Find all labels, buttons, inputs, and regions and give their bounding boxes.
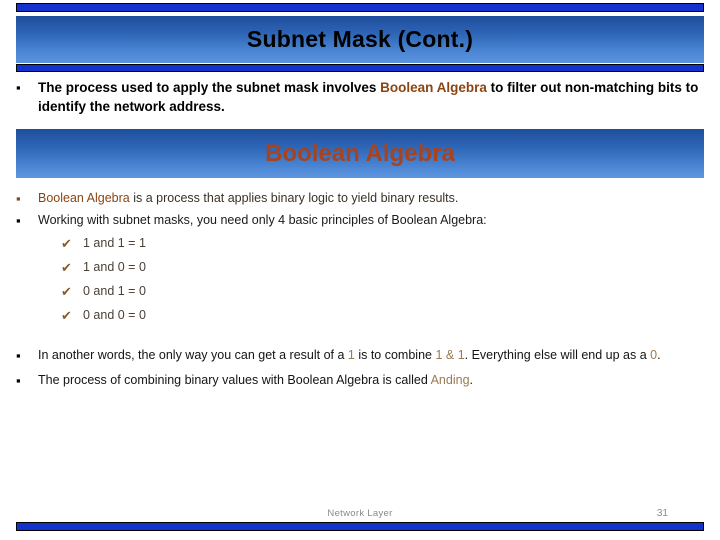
intro-paragraph-block: The process used to apply the subnet mas…: [16, 78, 706, 116]
tail-list-block: In another words, the only way you can g…: [16, 346, 706, 396]
tail-item-2-b: .: [469, 373, 474, 387]
slide-footer: Network Layer 31: [16, 508, 704, 522]
slide-title-band: Subnet Mask (Cont.): [16, 16, 704, 63]
intro-text: The process used to apply the subnet mas…: [38, 78, 706, 116]
list-item: In another words, the only way you can g…: [16, 346, 706, 365]
list-item: 0 and 0 = 0: [61, 307, 706, 324]
tail-item-1-a: In another words, the only way you can g…: [38, 348, 348, 362]
check-icon: [61, 307, 83, 324]
tail-item-1-d: .: [657, 348, 661, 362]
intro-text-part1: The process used to apply the subnet mas…: [38, 80, 381, 95]
body-item-1-text: Boolean Algebra is a process that applie…: [38, 189, 706, 207]
body-item-1-rest: is a process that applies binary logic t…: [129, 191, 459, 205]
top-accent-bar: [16, 3, 704, 12]
list-item: The process of combining binary values w…: [16, 371, 706, 390]
check-item-label: 1 and 0 = 0: [83, 260, 146, 274]
check-item-label: 0 and 0 = 0: [83, 308, 146, 322]
square-bullet-icon: [16, 371, 38, 390]
tail-item-1-c: . Everything else will end up as a: [464, 348, 651, 362]
check-sublist: 1 and 1 = 1 1 and 0 = 0 0 and 1 = 0 0 an…: [61, 235, 706, 324]
bottom-accent-bar: [16, 522, 704, 531]
check-icon: [61, 235, 83, 252]
square-bullet-icon: [16, 346, 38, 365]
list-item: 1 and 1 = 1: [61, 235, 706, 252]
tail-item-1-one: 1: [347, 348, 355, 362]
check-item-label: 1 and 1 = 1: [83, 236, 146, 250]
page-title: Subnet Mask (Cont.): [246, 26, 474, 52]
slide-canvas: Subnet Mask (Cont.) The process used to …: [0, 0, 720, 540]
section-header-band: Boolean Algebra: [16, 129, 704, 178]
check-icon: [61, 283, 83, 300]
tail-item-2-a: The process of combining binary values w…: [38, 373, 431, 387]
tail-item-2-anding: Anding: [430, 373, 470, 387]
tail-item-1-b: is to combine: [354, 348, 436, 362]
body-list-block: Boolean Algebra is a process that applie…: [16, 189, 706, 331]
check-icon: [61, 259, 83, 276]
tail-item-1-combo: 1 & 1: [435, 348, 465, 362]
square-bullet-icon: [16, 211, 38, 230]
tail-item-2-text: The process of combining binary values w…: [38, 371, 706, 389]
square-bullet-icon: [16, 189, 38, 208]
tail-item-1-text: In another words, the only way you can g…: [38, 346, 706, 364]
footer-label: Network Layer: [327, 508, 393, 519]
intro-bullet-row: The process used to apply the subnet mas…: [16, 78, 706, 116]
list-item: 1 and 0 = 0: [61, 259, 706, 276]
list-item: Working with subnet masks, you need only…: [16, 211, 706, 230]
body-item-1-highlight: Boolean Algebra: [38, 191, 130, 205]
list-item: Boolean Algebra is a process that applie…: [16, 189, 706, 208]
check-item-label: 0 and 1 = 0: [83, 284, 146, 298]
intro-highlight: Boolean Algebra: [380, 80, 487, 95]
square-bullet-icon: [16, 78, 38, 97]
page-number: 31: [656, 508, 668, 519]
title-underline-bar: [16, 64, 704, 72]
body-item-2-text: Working with subnet masks, you need only…: [38, 213, 487, 227]
list-item: 0 and 1 = 0: [61, 283, 706, 300]
section-header-title: Boolean Algebra: [265, 139, 455, 167]
